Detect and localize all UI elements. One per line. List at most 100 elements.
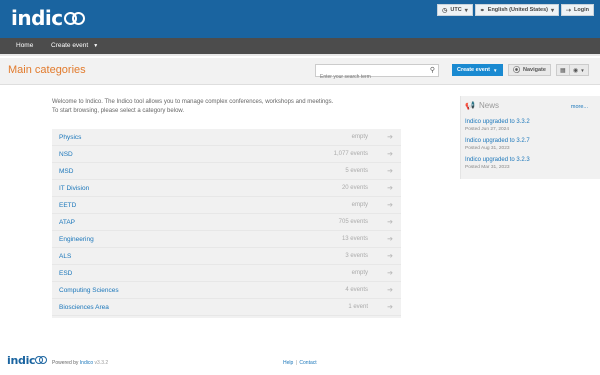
- arrow-right-icon[interactable]: ➔: [387, 303, 393, 311]
- news-title: News: [478, 101, 499, 110]
- view-options-button[interactable]: ◉ ▼: [569, 64, 589, 76]
- category-event-count: empty: [351, 270, 368, 276]
- arrow-right-icon[interactable]: ➔: [387, 235, 393, 243]
- logo-oo-mark: [35, 356, 48, 365]
- category-list: Physics empty ➔ NSD 1,077 events ➔ MSD 5 events…: [52, 129, 401, 318]
- user-bar: ◷ UTC ▾ ⚭ English (United States) ▾ ⇢ Lo…: [437, 4, 594, 16]
- login-label: Login: [574, 7, 589, 13]
- contact-link[interactable]: Contact: [299, 360, 316, 366]
- category-row[interactable]: EETD empty ➔: [52, 197, 401, 214]
- footer-links: Help | Contact: [283, 360, 317, 366]
- megaphone-icon: 📢: [465, 101, 475, 110]
- powered-by-label: Powered by: [52, 360, 79, 366]
- arrow-right-icon[interactable]: ➔: [387, 201, 393, 209]
- category-row[interactable]: Physics empty ➔: [52, 129, 401, 146]
- category-name[interactable]: Biosciences Area: [59, 304, 109, 311]
- footer-logo[interactable]: indic: [7, 354, 48, 367]
- timezone-label: UTC: [450, 7, 462, 13]
- category-row[interactable]: ATAP 705 events ➔: [52, 214, 401, 231]
- category-name[interactable]: ESD: [59, 270, 72, 277]
- category-event-count: 20 events: [341, 185, 368, 191]
- news-item-link[interactable]: Indico upgraded to 3.2.7: [465, 138, 530, 144]
- indico-logo[interactable]: indic: [11, 6, 86, 30]
- news-more-link[interactable]: more...: [571, 104, 588, 110]
- login-icon: ⇢: [566, 7, 572, 14]
- news-item-link[interactable]: Indico upgraded to 3.3.2: [465, 119, 530, 125]
- login-button[interactable]: ⇢ Login: [561, 4, 594, 16]
- calendar-button[interactable]: ▦: [556, 64, 570, 76]
- main-menu-bar: Home Create event ▼: [0, 38, 600, 56]
- search-box: ⚲: [315, 64, 439, 83]
- version-label: v3.3.2: [94, 360, 109, 366]
- intro-line-1: Welcome to Indico. The Indico tool allow…: [52, 99, 334, 105]
- navigate-button[interactable]: ⦿ Navigate: [508, 64, 551, 76]
- clock-icon: ◷: [442, 7, 448, 14]
- arrow-right-icon[interactable]: ➔: [387, 252, 393, 260]
- menu-item-home[interactable]: Home: [16, 42, 33, 49]
- page-title: Main categories: [8, 64, 86, 76]
- category-name[interactable]: ATAP: [59, 219, 75, 226]
- category-name[interactable]: IT Division: [59, 185, 89, 192]
- category-name[interactable]: ALS: [59, 253, 71, 260]
- search-icon[interactable]: ⚲: [430, 66, 435, 74]
- category-event-count: 1 event: [348, 304, 368, 310]
- create-event-button[interactable]: Create event ▼: [452, 64, 503, 76]
- footer: indic Powered by Indico v3.3.2 Help | Co…: [0, 350, 600, 375]
- news-item-date: Posted Mar 31, 2023: [465, 165, 510, 170]
- menu-item-create-event[interactable]: Create event ▼: [51, 42, 98, 49]
- arrow-right-icon[interactable]: ➔: [387, 286, 393, 294]
- language-label: English (United States): [487, 7, 548, 13]
- news-item: Indico upgraded to 3.3.2 Posted Jun 27, …: [465, 119, 530, 132]
- globe-icon: ⚭: [479, 7, 485, 14]
- category-row[interactable]: ALS 3 events ➔: [52, 248, 401, 265]
- category-name[interactable]: MSD: [59, 168, 73, 175]
- category-row[interactable]: MSD 5 events ➔: [52, 163, 401, 180]
- create-event-label: Create event: [457, 67, 491, 73]
- category-event-count: 705 events: [338, 219, 368, 225]
- news-item: Indico upgraded to 3.2.3 Posted Mar 31, …: [465, 157, 530, 170]
- navigate-label: Navigate: [523, 67, 546, 73]
- category-row[interactable]: Engineering 13 events ➔: [52, 231, 401, 248]
- arrow-right-icon[interactable]: ➔: [387, 150, 393, 158]
- menu-item-label: Create event: [51, 42, 89, 49]
- logo-oo-mark: [63, 11, 86, 26]
- category-row[interactable]: NSD 1,077 events ➔: [52, 146, 401, 163]
- search-input[interactable]: [316, 71, 422, 83]
- category-row[interactable]: Computing Sciences 4 events ➔: [52, 282, 401, 299]
- category-name[interactable]: Engineering: [59, 236, 94, 243]
- arrow-right-icon[interactable]: ➔: [387, 133, 393, 141]
- arrow-right-icon[interactable]: ➔: [387, 218, 393, 226]
- category-event-count: empty: [351, 202, 368, 208]
- category-row[interactable]: IT Division 20 events ➔: [52, 180, 401, 197]
- help-link[interactable]: Help: [283, 360, 293, 366]
- category-row[interactable]: ESD empty ➔: [52, 265, 401, 282]
- chevron-down-icon: ▾: [464, 7, 468, 14]
- category-name[interactable]: NSD: [59, 151, 73, 158]
- chevron-down-icon: ▾: [550, 7, 554, 14]
- top-header: indic ◷ UTC ▾ ⚭ English (United States) …: [0, 0, 600, 38]
- compass-icon: ⦿: [513, 67, 520, 74]
- news-item-link[interactable]: Indico upgraded to 3.2.3: [465, 157, 530, 163]
- news-item-date: Posted Jun 27, 2024: [465, 127, 510, 132]
- category-event-count: 1,077 events: [333, 151, 368, 157]
- intro-line-2: To start browsing, please select a categ…: [52, 108, 185, 114]
- title-bar: Main categories ⚲ Create event ▼ ⦿ Navig…: [0, 58, 600, 85]
- timezone-selector[interactable]: ◷ UTC ▾: [437, 4, 473, 16]
- category-row[interactable]: Biosciences Area 1 event ➔: [52, 299, 401, 316]
- chevron-down-icon: ▼: [493, 67, 498, 73]
- arrow-right-icon[interactable]: ➔: [387, 184, 393, 192]
- arrow-right-icon[interactable]: ➔: [387, 167, 393, 175]
- news-item-date: Posted Aug 31, 2023: [465, 146, 510, 151]
- category-name[interactable]: Physics: [59, 134, 81, 141]
- language-selector[interactable]: ⚭ English (United States) ▾: [474, 4, 559, 16]
- eye-icon: ◉: [573, 67, 579, 74]
- indico-link[interactable]: Indico: [80, 360, 93, 366]
- news-heading: 📢 News: [465, 101, 499, 110]
- category-event-count: empty: [351, 134, 368, 140]
- arrow-right-icon[interactable]: ➔: [387, 269, 393, 277]
- category-event-count: 4 events: [345, 287, 368, 293]
- category-name[interactable]: Computing Sciences: [59, 287, 119, 294]
- news-item: Indico upgraded to 3.2.7 Posted Aug 31, …: [465, 138, 530, 151]
- calendar-icon: ▦: [560, 67, 566, 74]
- category-name[interactable]: EETD: [59, 202, 76, 209]
